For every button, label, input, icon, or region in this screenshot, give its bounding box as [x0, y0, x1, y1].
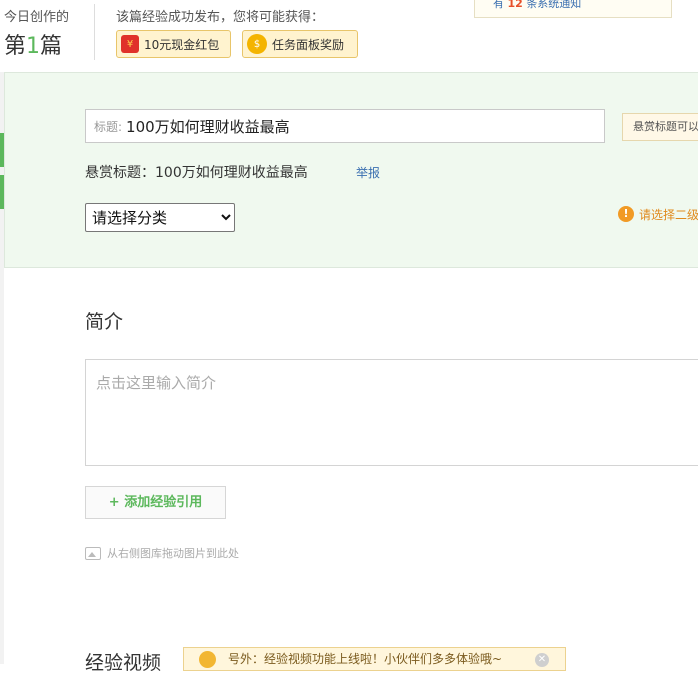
video-heading: 经验视频: [85, 652, 162, 674]
drag-image-hint-text: 从右侧图库拖动图片到此处: [107, 547, 239, 560]
notice-suffix[interactable]: 条系统通知: [526, 0, 581, 10]
task-reward-badge[interactable]: $ 任务面板奖励: [242, 30, 358, 58]
count-number: 1: [26, 34, 41, 59]
report-link[interactable]: 举报: [356, 164, 380, 181]
warning-icon: !: [618, 206, 634, 222]
reward-title-line: 悬赏标题：100万如何理财收益最高: [85, 162, 308, 182]
title-tip-bubble: 悬赏标题可以: [622, 113, 698, 141]
drag-image-hint: 从右侧图库拖动图片到此处: [85, 545, 239, 561]
video-tip-banner: 号外：经验视频功能上线啦！小伙伴们多多体验哦~: [183, 647, 566, 671]
system-notice[interactable]: 有 12 条系统通知: [474, 0, 672, 18]
add-experience-reference-button[interactable]: + 添加经验引用: [85, 486, 226, 519]
count-suffix: 篇: [40, 34, 63, 59]
category-warning: 请选择二级: [639, 208, 698, 222]
reward-title: 该篇经验成功发布，您将可能获得：: [116, 10, 325, 25]
image-icon: [85, 546, 101, 560]
cash-reward-badge[interactable]: ¥ 10元现金红包: [116, 30, 231, 58]
title-input-value[interactable]: 100万如何理财收益最高: [126, 116, 290, 137]
task-reward-label: 任务面板奖励: [272, 37, 345, 52]
notice-count: 12: [507, 0, 523, 10]
count-prefix: 第: [4, 34, 27, 59]
red-envelope-icon: ¥: [121, 35, 139, 53]
title-input-prefix: 标题:: [94, 119, 123, 134]
close-icon[interactable]: ✕: [535, 653, 549, 667]
today-created-label: 今日创作的: [4, 10, 70, 25]
header-divider: [94, 4, 95, 60]
smiley-icon: [199, 651, 216, 668]
today-created-count: 第1篇: [4, 28, 62, 60]
intro-heading: 简介: [85, 311, 124, 333]
reward-title-label: 悬赏标题：: [85, 165, 155, 181]
category-select[interactable]: 请选择分类: [85, 203, 235, 232]
title-input[interactable]: 标题: 100万如何理财收益最高: [85, 109, 605, 143]
intro-textarea[interactable]: 点击这里输入简介: [85, 359, 698, 466]
gold-coin-icon: $: [247, 34, 267, 54]
reward-title-value: 100万如何理财收益最高: [155, 165, 308, 181]
cash-reward-label: 10元现金红包: [144, 37, 220, 52]
notice-prefix: 有: [493, 0, 504, 10]
